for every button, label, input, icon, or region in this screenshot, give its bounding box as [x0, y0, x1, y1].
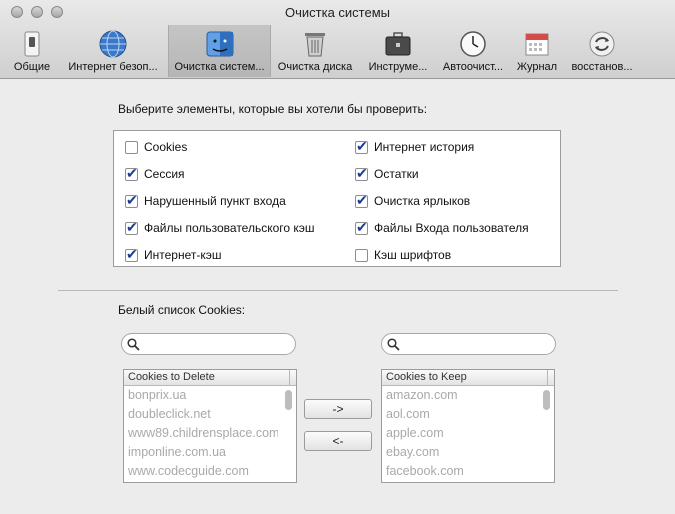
column-divider — [289, 370, 290, 385]
checkbox-box[interactable] — [355, 248, 368, 262]
checkbox-label: Остатки — [374, 167, 419, 181]
toolbar-item-auto-cleanup[interactable]: Автоочист... — [437, 25, 509, 77]
list-item[interactable]: apple.com — [382, 424, 536, 443]
list-item[interactable]: imponline.com.ua — [124, 443, 278, 462]
whitelist-label: Белый список Cookies: — [118, 303, 246, 317]
checkbox-box[interactable] — [125, 246, 138, 263]
checkbox-box[interactable] — [125, 140, 138, 154]
finder-icon — [206, 31, 233, 57]
checkbox-session[interactable]: Сессия — [125, 165, 185, 183]
list-item[interactable]: www.codecguide.com — [124, 462, 278, 481]
toolbar-item-internet-security[interactable]: Интернет безоп... — [58, 25, 168, 77]
app-window: Очистка системы Общие Интернет безоп... — [0, 0, 675, 514]
window-title: Очистка системы — [285, 5, 390, 20]
calendar-icon — [525, 33, 549, 56]
scrollbar-thumb[interactable] — [285, 390, 292, 410]
list-header-label: Cookies to Delete — [128, 371, 215, 383]
list-header: Cookies to Delete — [124, 370, 296, 386]
column-divider — [547, 370, 548, 385]
toolbar-item-general[interactable]: Общие — [8, 25, 56, 77]
checkbox-box[interactable] — [125, 165, 138, 182]
selection-prompt: Выберите элементы, которые вы хотели бы … — [118, 102, 428, 116]
checkbox-label: Интернет-кэш — [144, 248, 222, 262]
checkbox-internet-cache[interactable]: Интернет-кэш — [125, 246, 222, 264]
toolbar-item-log[interactable]: Журнал — [512, 25, 562, 77]
checkbox-label: Сессия — [144, 167, 185, 181]
clock-icon — [460, 31, 486, 57]
list-item[interactable]: facebook.com — [382, 462, 536, 481]
checkbox-box[interactable] — [125, 192, 138, 209]
keep-search-input[interactable] — [381, 333, 556, 355]
move-to-keep-button[interactable]: -> — [304, 399, 372, 419]
list-item[interactable]: doubleclick.net — [124, 405, 278, 424]
switch-icon — [24, 31, 40, 57]
toolbar-item-tools[interactable]: Инструме... — [362, 25, 434, 77]
checkbox-user-cache-files[interactable]: Файлы пользовательского кэш — [125, 219, 315, 237]
checkbox-internet-history[interactable]: Интернет история — [355, 138, 474, 156]
checkbox-cookies[interactable]: Cookies — [125, 138, 187, 156]
checkbox-box[interactable] — [125, 219, 138, 236]
list-item[interactable]: amazon.com — [382, 386, 536, 405]
list-item[interactable]: aol.com — [382, 405, 536, 424]
globe-icon — [99, 30, 127, 58]
toolbar-item-system-cleanup[interactable]: Очистка систем... — [168, 25, 271, 77]
restore-icon — [589, 31, 615, 57]
checkbox-box[interactable] — [355, 138, 368, 155]
scrollbar-thumb[interactable] — [543, 390, 550, 410]
checkbox-label: Очистка ярлыков — [374, 194, 471, 208]
checkbox-font-cache[interactable]: Кэш шрифтов — [355, 246, 451, 264]
toolbox-icon — [385, 32, 411, 56]
list-item[interactable]: bonprix.ua — [124, 386, 278, 405]
checkbox-label: Файлы Входа пользователя — [374, 221, 529, 235]
list-header: Cookies to Keep — [382, 370, 554, 386]
checkbox-box[interactable] — [355, 165, 368, 182]
list-item[interactable]: www89.childrensplace.com — [124, 424, 278, 443]
checkbox-box[interactable] — [355, 219, 368, 236]
delete-search-input[interactable] — [121, 333, 296, 355]
toolbar: Очистка системы Общие Интернет безоп... — [0, 0, 675, 79]
checkbox-label: Интернет история — [374, 140, 475, 154]
checkbox-box[interactable] — [355, 192, 368, 209]
toolbar-item-restore[interactable]: восстанов... — [565, 25, 639, 77]
cleanup-items-panel: Cookies Сессия Нарушенный пункт входа Фа… — [113, 130, 561, 267]
cookies-to-keep-list[interactable]: Cookies to Keep amazon.com aol.com apple… — [381, 369, 555, 483]
move-to-delete-button[interactable]: <- — [304, 431, 372, 451]
search-icon — [387, 338, 400, 351]
checkbox-label: Нарушенный пункт входа — [144, 194, 286, 208]
cookies-to-delete-list[interactable]: Cookies to Delete bonprix.ua doubleclick… — [123, 369, 297, 483]
list-header-label: Cookies to Keep — [386, 371, 467, 383]
checkbox-label: Кэш шрифтов — [374, 248, 452, 262]
checkbox-user-login-files[interactable]: Файлы Входа пользователя — [355, 219, 529, 237]
search-icon — [127, 338, 140, 351]
checkbox-leftovers[interactable]: Остатки — [355, 165, 419, 183]
checkbox-shortcut-cleanup[interactable]: Очистка ярлыков — [355, 192, 470, 210]
checkbox-label: Файлы пользовательского кэш — [144, 221, 315, 235]
list-item[interactable]: ebay.com — [382, 443, 536, 462]
toolbar-item-disk-cleanup[interactable]: Очистка диска — [272, 25, 358, 77]
section-divider — [58, 290, 618, 291]
checkbox-label: Cookies — [144, 140, 188, 154]
trash-icon — [305, 33, 325, 57]
checkbox-broken-login-items[interactable]: Нарушенный пункт входа — [125, 192, 286, 210]
